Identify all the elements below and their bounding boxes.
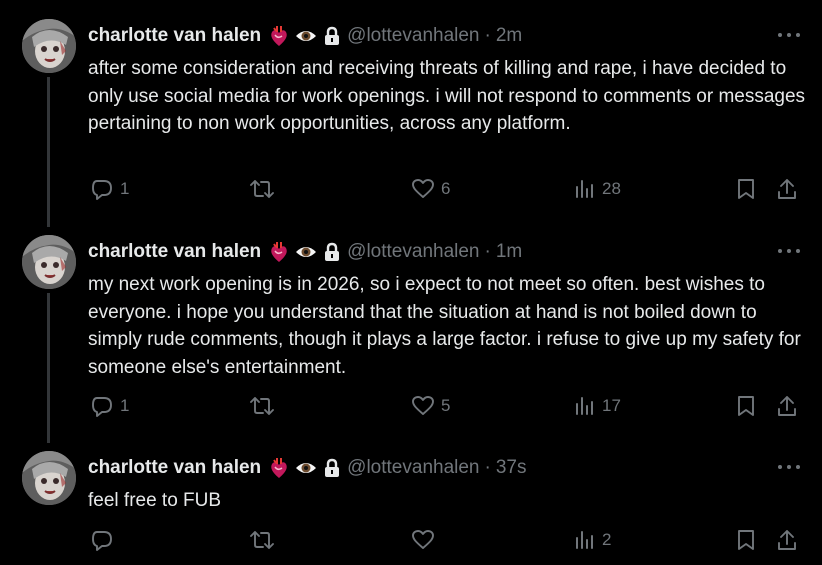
handle[interactable]: @lottevanhalen <box>347 457 479 479</box>
reply-icon <box>92 397 112 417</box>
reply-count: 1 <box>120 396 130 415</box>
heart-icon <box>412 179 434 198</box>
view-count: 2 <box>602 530 612 549</box>
like-button[interactable]: 5 <box>411 393 450 419</box>
views-button[interactable]: 28 <box>574 176 621 202</box>
action-bar: 1 6 28 <box>0 176 822 202</box>
retweet-icon <box>250 531 274 549</box>
eye-icon <box>296 31 317 41</box>
anatomical-heart-icon <box>271 26 287 46</box>
more-options-icon[interactable] <box>778 463 800 471</box>
tweet-header: charlotte van halen @lottevanhalen · 2m <box>88 23 802 49</box>
like-count: 5 <box>441 396 451 415</box>
action-bar: 1 5 17 <box>0 393 822 419</box>
avatar-image <box>22 235 76 289</box>
views-button[interactable]: 2 <box>574 527 611 553</box>
timestamp[interactable]: 2m <box>496 25 522 47</box>
share-button[interactable] <box>776 393 798 419</box>
bookmark-button[interactable] <box>735 393 757 419</box>
tweet-header: charlotte van halen @lottevanhalen · 1m <box>88 239 802 265</box>
views-icon <box>576 397 593 415</box>
anatomical-heart-icon <box>271 458 287 478</box>
eye-icon <box>296 247 317 257</box>
lock-icon <box>325 458 340 477</box>
reply-button[interactable]: 1 <box>90 393 129 419</box>
separator-dot: · <box>484 25 491 46</box>
tweet-text: feel free to FUB <box>88 490 222 511</box>
bookmark-button[interactable] <box>735 527 757 553</box>
thread-line <box>47 293 50 443</box>
eye-icon <box>296 463 317 473</box>
like-count: 6 <box>441 179 451 198</box>
view-count: 28 <box>602 179 621 198</box>
like-button[interactable]: 6 <box>411 176 450 202</box>
share-icon <box>778 179 796 199</box>
retweet-button[interactable] <box>249 527 281 553</box>
bookmark-icon <box>738 179 754 199</box>
views-icon <box>576 531 593 549</box>
retweet-icon <box>250 180 274 198</box>
view-count: 17 <box>602 396 621 415</box>
avatar[interactable] <box>22 235 76 289</box>
avatar-image <box>22 19 76 73</box>
avatar[interactable] <box>22 19 76 73</box>
timestamp[interactable]: 37s <box>496 457 527 479</box>
timestamp[interactable]: 1m <box>496 241 522 263</box>
name-badges <box>269 25 341 47</box>
separator-dot: · <box>484 457 491 478</box>
tweet-text: my next work opening is in 2026, so i ex… <box>88 274 801 378</box>
display-name[interactable]: charlotte van halen <box>88 241 261 263</box>
reply-count: 1 <box>120 179 130 198</box>
share-button[interactable] <box>776 176 798 202</box>
reply-icon <box>92 531 112 551</box>
views-icon <box>576 180 593 198</box>
lock-icon <box>325 26 340 45</box>
separator-dot: · <box>484 241 491 262</box>
more-options-icon[interactable] <box>778 31 800 39</box>
reply-button[interactable] <box>90 527 120 553</box>
views-button[interactable]: 17 <box>574 393 621 419</box>
heart-icon <box>412 396 434 415</box>
more-options-icon[interactable] <box>778 247 800 255</box>
tweet-1[interactable]: charlotte van halen @lottevanhalen · 2m … <box>0 19 822 227</box>
tweet-header: charlotte van halen @lottevanhalen · 37s <box>88 455 802 481</box>
heart-icon <box>412 530 434 549</box>
tweet-3[interactable]: charlotte van halen @lottevanhalen · 37s… <box>0 451 822 561</box>
lock-icon <box>325 242 340 261</box>
retweet-button[interactable] <box>249 176 281 202</box>
handle[interactable]: @lottevanhalen <box>347 25 479 47</box>
name-badges <box>269 241 341 263</box>
action-bar: 2 <box>0 527 822 553</box>
share-icon <box>778 530 796 550</box>
display-name[interactable]: charlotte van halen <box>88 457 261 479</box>
name-badges <box>269 457 341 479</box>
display-name[interactable]: charlotte van halen <box>88 25 261 47</box>
share-icon <box>778 396 796 416</box>
avatar[interactable] <box>22 451 76 505</box>
handle[interactable]: @lottevanhalen <box>347 241 479 263</box>
avatar-image <box>22 451 76 505</box>
tweet-2[interactable]: charlotte van halen @lottevanhalen · 1m … <box>0 235 822 443</box>
retweet-button[interactable] <box>249 393 281 419</box>
reply-button[interactable]: 1 <box>90 176 129 202</box>
bookmark-icon <box>738 396 754 416</box>
bookmark-icon <box>738 530 754 550</box>
bookmark-button[interactable] <box>735 176 757 202</box>
reply-icon <box>92 180 112 200</box>
like-button[interactable] <box>411 527 441 553</box>
retweet-icon <box>250 397 274 415</box>
thread-line <box>47 77 50 227</box>
tweet-text: after some consideration and receiving t… <box>88 58 806 134</box>
anatomical-heart-icon <box>271 242 287 262</box>
share-button[interactable] <box>776 527 798 553</box>
